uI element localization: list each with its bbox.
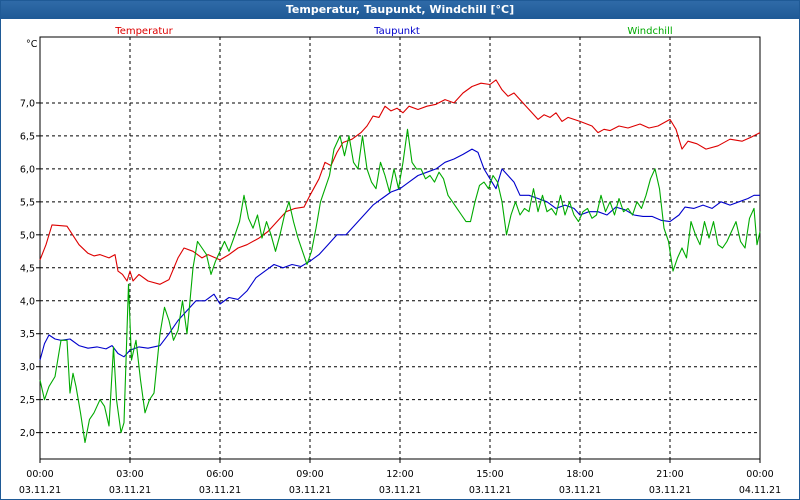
x-tick-date-label: 03.11.21 [469, 485, 511, 496]
x-tick-date-label: 03.11.21 [649, 485, 691, 496]
x-tick-time-label: 00:00 [746, 469, 773, 480]
y-tick-label: 3,0 [20, 362, 35, 373]
chart-canvas: 2,02,53,03,54,04,55,05,56,06,57,0 00:000… [19, 26, 781, 496]
y-axis-unit-label: °C [26, 39, 38, 50]
legend: Temperatur Taupunkt Windchill [114, 26, 672, 37]
y-tick-label: 7,0 [20, 98, 35, 109]
y-tick-label: 5,5 [20, 197, 35, 208]
x-tick-time-label: 09:00 [296, 469, 323, 480]
x-tick-time-label: 15:00 [476, 469, 503, 480]
y-tick-label: 4,0 [20, 296, 35, 307]
x-tick-time-label: 18:00 [566, 469, 593, 480]
x-tick-date-label: 03.11.21 [379, 485, 421, 496]
x-tick-time-label: 06:00 [206, 469, 233, 480]
x-tick-time-label: 00:00 [26, 469, 53, 480]
x-tick-date-label: 03.11.21 [199, 485, 241, 496]
x-tick-time-label: 21:00 [656, 469, 683, 480]
x-tick-date-label: 03.11.21 [19, 485, 61, 496]
x-tick-time-label: 12:00 [386, 469, 413, 480]
x-axis-ticks: 00:00 03.11.21 03:00 03.11.21 06:00 03.11.21 0… [19, 459, 781, 496]
y-tick-label: 5,0 [20, 230, 35, 241]
y-tick-label: 4,5 [20, 263, 35, 274]
y-tick-label: 6,0 [20, 164, 35, 175]
legend-entry-temperatur: Temperatur [114, 26, 173, 37]
y-axis-ticks: 2,0 2,5 3,0 3,5 4,0 4,5 5,0 5,5 6,0 6,5 7,0 [20, 98, 40, 439]
x-tick-date-label: 03.11.21 [289, 485, 331, 496]
y-tick-label: 2,5 [20, 395, 35, 406]
x-tick-time-label: 03:00 [116, 469, 143, 480]
y-tick-label: 3,5 [20, 329, 35, 340]
x-tick-date-label: 04.11.21 [739, 485, 781, 496]
y-tick-label: 6,5 [20, 131, 35, 142]
legend-entry-taupunkt: Taupunkt [373, 26, 420, 37]
x-tick-date-label: 03.11.21 [109, 485, 151, 496]
legend-entry-windchill: Windchill [627, 26, 672, 37]
y-tick-label: 2,0 [20, 428, 35, 439]
x-tick-date-label: 03.11.21 [559, 485, 601, 496]
